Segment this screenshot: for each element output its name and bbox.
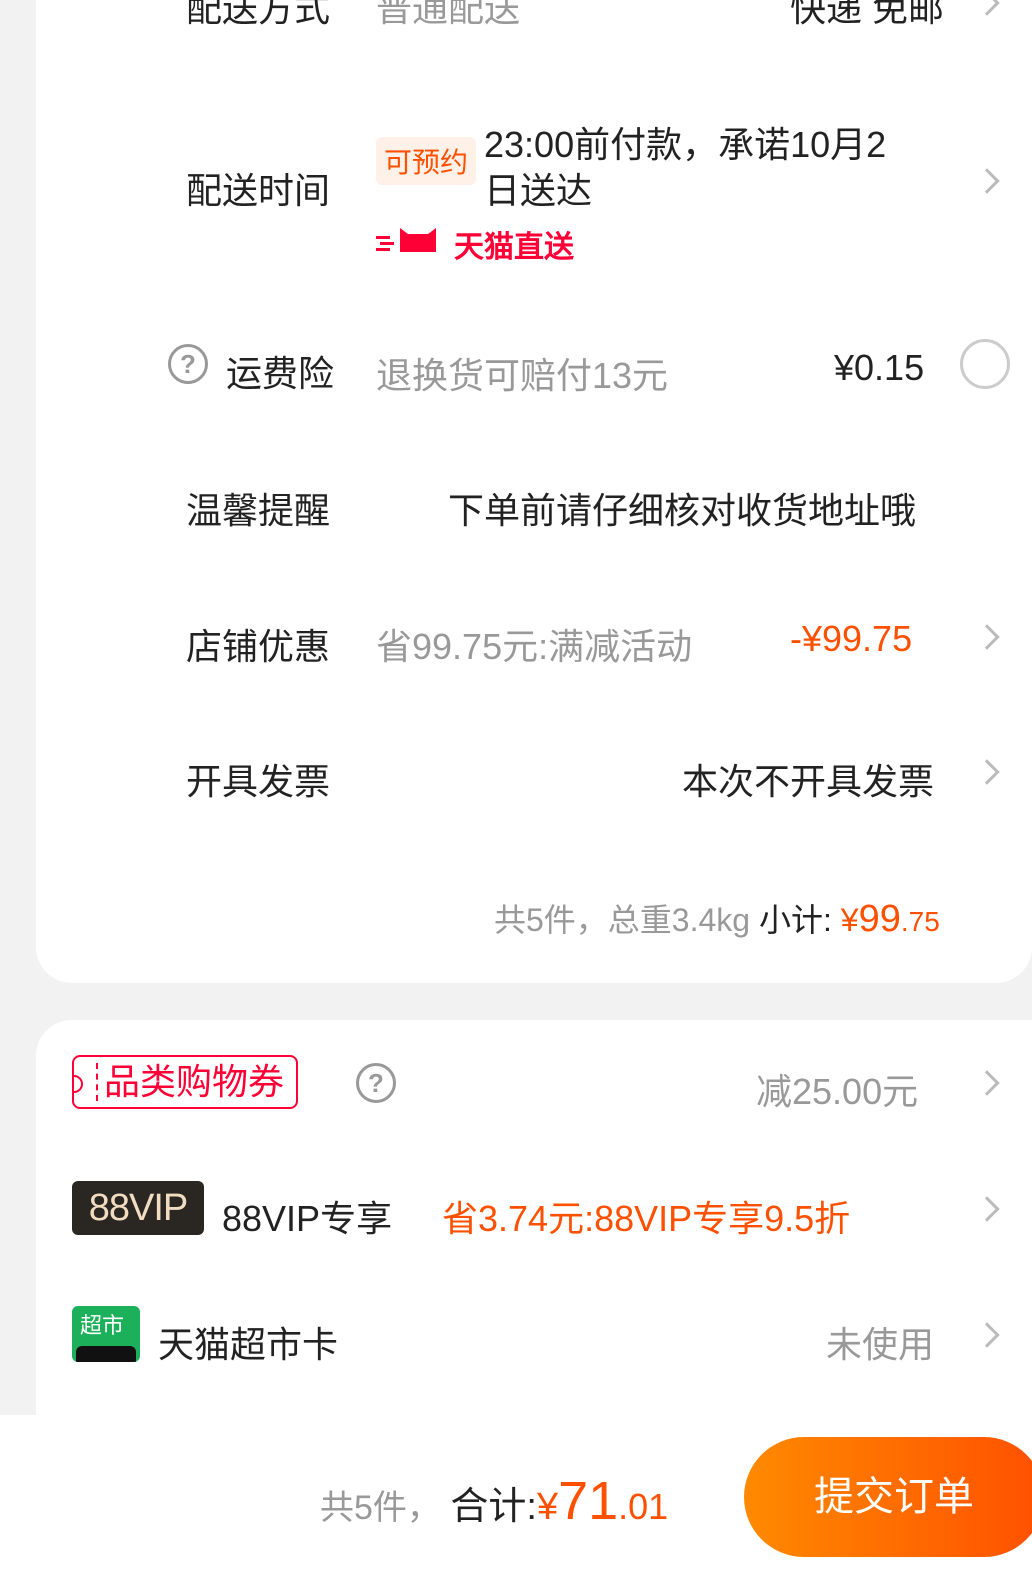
help-icon[interactable]: ?	[356, 1063, 396, 1103]
delivery-time-line2: 日送达	[484, 170, 593, 211]
total-count: 共5件，	[320, 1489, 441, 1527]
tmall-direct-badge: 天猫直送	[376, 222, 574, 264]
store-discount-desc: 省99.75元:满减活动	[376, 626, 693, 667]
freight-insurance-radio-icon[interactable]	[960, 339, 1010, 389]
store-discount-label: 店铺优惠	[186, 626, 331, 667]
total-dec: .01	[618, 1486, 669, 1527]
reservable-tag: 可预约	[376, 137, 477, 185]
delivery-time-line1: 23:00前付款，承诺10月2	[484, 124, 887, 165]
subtotal-dec: .75	[900, 906, 940, 937]
tmall-direct-text: 天猫直送	[454, 231, 574, 264]
store-discount-amount: -¥99.75	[790, 618, 913, 659]
total-currency: ¥	[536, 1486, 559, 1528]
delivery-method-label: 配送方式	[186, 0, 331, 29]
delivery-method-value: 普通配送	[376, 0, 521, 29]
reminder-label: 温馨提醒	[186, 490, 331, 531]
freight-insurance-label: 运费险	[226, 353, 335, 394]
subtotal-int: 99	[858, 898, 901, 940]
vip-badge-icon: 88VIP	[72, 1181, 204, 1235]
freight-insurance-desc: 退换货可赔付13元	[376, 355, 669, 396]
total-label: 合计:	[450, 1486, 537, 1528]
submit-order-button[interactable]: 提交订单	[744, 1437, 1032, 1557]
vip-label: 88VIP专享	[222, 1198, 393, 1239]
invoice-value[interactable]: 本次不开具发票	[682, 753, 934, 805]
market-card-value[interactable]: 未使用	[826, 1316, 934, 1368]
invoice-label: 开具发票	[186, 761, 331, 802]
help-icon[interactable]: ?	[168, 344, 208, 384]
vip-desc[interactable]: 省3.74元:88VIP专享9.5折	[442, 1190, 850, 1242]
reminder-text: 下单前请仔细核对收货地址哦	[448, 490, 917, 531]
total-int: 71	[558, 1471, 619, 1531]
subtotal-currency: ¥	[840, 902, 859, 938]
freight-insurance-price: ¥0.15	[834, 347, 925, 388]
subtotal-label: 小计:	[758, 902, 832, 938]
tmall-market-icon: 超市	[72, 1306, 140, 1362]
tmall-market-icon-text: 超市	[80, 1313, 125, 1338]
category-coupon-tag: 品类购物券	[72, 1055, 299, 1109]
delivery-time-label: 配送时间	[186, 170, 331, 211]
cat-face-icon	[76, 1346, 136, 1362]
count-weight: 共5件，总重3.4kg	[494, 902, 751, 938]
checkout-total: 共5件， 合计:¥71.01	[320, 1470, 668, 1532]
tmall-cat-logo	[376, 228, 436, 252]
delivery-method-right[interactable]: 快递 免邮	[790, 0, 944, 32]
market-card-label: 天猫超市卡	[158, 1324, 339, 1365]
order-summary: 共5件，总重3.4kg 小计: ¥99.75	[494, 895, 940, 941]
coupon-value[interactable]: 减25.00元	[756, 1063, 918, 1115]
